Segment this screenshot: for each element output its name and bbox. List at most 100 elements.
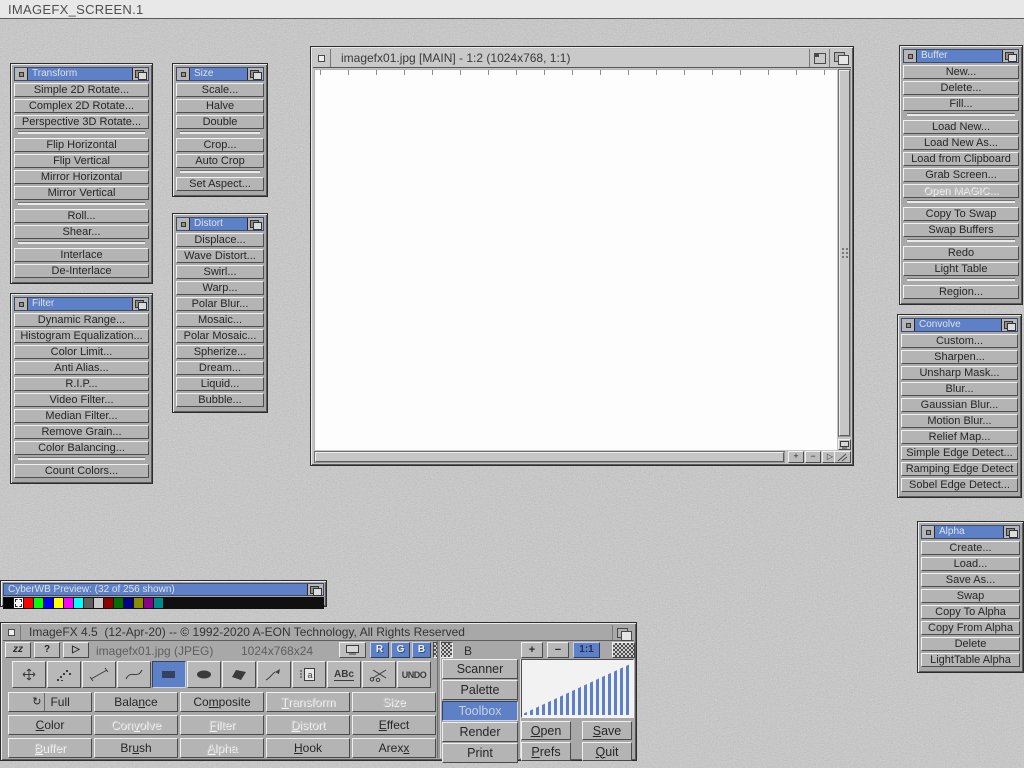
text-tool[interactable]: ABc <box>327 661 361 688</box>
dither-preview-swatch[interactable] <box>433 642 453 658</box>
close-icon[interactable] <box>3 625 21 640</box>
palette-swatch[interactable] <box>224 598 233 608</box>
palette-swatch[interactable] <box>74 598 83 608</box>
close-icon[interactable] <box>15 68 28 80</box>
liquid-button[interactable]: Liquid... <box>176 377 264 391</box>
blur-button[interactable]: Blur... <box>901 382 1018 396</box>
scanner-button[interactable]: Scanner <box>442 659 518 679</box>
depth-icon[interactable] <box>247 68 263 80</box>
load-from-clipboard-button[interactable]: Load from Clipboard <box>903 152 1019 166</box>
motion-blur-button[interactable]: Motion Blur... <box>901 414 1018 428</box>
simple-edge-detect-button[interactable]: Simple Edge Detect... <box>901 446 1018 460</box>
delete-button[interactable]: Delete... <box>903 81 1019 95</box>
clipboard-tool[interactable]: a <box>292 661 326 688</box>
depth-icon[interactable] <box>247 218 263 230</box>
main-titlebar[interactable]: ImageFX 4.5 (12-Apr-20) -- © 1992-2020 A… <box>3 625 634 641</box>
close-icon[interactable] <box>922 526 935 538</box>
load-new-button[interactable]: Load New... <box>903 120 1019 134</box>
warp-button[interactable]: Warp... <box>176 281 264 295</box>
remove-grain-button[interactable]: Remove Grain... <box>14 425 149 439</box>
polygon-tool[interactable] <box>222 661 256 688</box>
crop-button[interactable]: Crop... <box>176 138 264 152</box>
zoom-in-button[interactable]: + <box>521 642 543 658</box>
buffer-titlebar[interactable]: Buffer <box>903 49 1019 63</box>
scissors-tool[interactable] <box>362 661 396 688</box>
freehand-draw-tool[interactable] <box>257 661 291 688</box>
mirror-horizontal-button[interactable]: Mirror Horizontal <box>14 170 149 184</box>
arexx-button[interactable]: Arexx <box>352 738 436 758</box>
swirl-button[interactable]: Swirl... <box>176 265 264 279</box>
depth-icon[interactable] <box>612 625 634 640</box>
double-button[interactable]: Double <box>176 115 264 129</box>
sobel-edge-detect-button[interactable]: Sobel Edge Detect... <box>901 478 1018 492</box>
swap-button[interactable]: Swap <box>921 589 1020 603</box>
zoom-out-button[interactable]: − <box>805 451 821 463</box>
redo-button[interactable]: Redo <box>903 246 1019 260</box>
bubble-button[interactable]: Bubble... <box>176 393 264 407</box>
roll-button[interactable]: Roll... <box>14 209 149 223</box>
palette-swatch-selected[interactable] <box>14 598 23 608</box>
polar-mosaic-button[interactable]: Polar Mosaic... <box>176 329 264 343</box>
screen-mode-icon[interactable] <box>339 642 366 658</box>
palette-swatch[interactable] <box>124 598 133 608</box>
palette-swatch[interactable] <box>214 598 223 608</box>
palette-swatch[interactable] <box>114 598 123 608</box>
line-tool[interactable] <box>82 661 116 688</box>
palette-swatch[interactable] <box>94 598 103 608</box>
image-canvas[interactable] <box>314 69 837 450</box>
screen-titlebar[interactable]: IMAGEFX_SCREEN.1 <box>0 0 1024 19</box>
palette-swatch[interactable] <box>164 598 173 608</box>
curve-tool[interactable] <box>117 661 151 688</box>
zoom-in-button[interactable]: + <box>788 451 804 463</box>
copy-to-alpha-button[interactable]: Copy To Alpha <box>921 605 1020 619</box>
green-channel-toggle[interactable]: G <box>391 642 410 658</box>
airbrush-tool[interactable] <box>47 661 81 688</box>
palette-titlebar[interactable]: CyberWB Preview: (32 of 256 shown) <box>3 583 324 596</box>
box-tool-selected[interactable] <box>152 661 186 688</box>
gaussian-blur-button[interactable]: Gaussian Blur... <box>901 398 1018 412</box>
alpha-titlebar[interactable]: Alpha <box>921 525 1020 539</box>
complex-2d-rotate-button[interactable]: Complex 2D Rotate... <box>14 99 149 113</box>
median-filter-button[interactable]: Median Filter... <box>14 409 149 423</box>
oval-tool[interactable] <box>187 661 221 688</box>
image-window-titlebar[interactable]: imagefx01.jpg [MAIN] - 1:2 (1024x768, 1:… <box>313 49 851 68</box>
depth-icon[interactable] <box>1003 526 1019 538</box>
flip-horizontal-button[interactable]: Flip Horizontal <box>14 138 149 152</box>
color-limit-button[interactable]: Color Limit... <box>14 345 149 359</box>
video-filter-button[interactable]: Video Filter... <box>14 393 149 407</box>
close-icon[interactable] <box>313 49 331 67</box>
depth-icon[interactable] <box>829 49 851 67</box>
palette-swatch[interactable] <box>34 598 43 608</box>
palette-swatch[interactable] <box>64 598 73 608</box>
copy-from-alpha-button[interactable]: Copy From Alpha <box>921 621 1020 635</box>
horizontal-scrollbar-knob[interactable] <box>315 452 784 462</box>
palette-swatch[interactable] <box>284 598 293 608</box>
delete-alpha-button[interactable]: Delete <box>921 637 1020 651</box>
color-button[interactable]: Color <box>8 715 92 735</box>
screen-mode-icon[interactable] <box>838 439 851 450</box>
play-button[interactable]: ▷ <box>63 642 89 658</box>
close-icon[interactable] <box>177 218 190 230</box>
brush-button[interactable]: Brush <box>94 738 178 758</box>
rip-button[interactable]: R.I.P... <box>14 377 149 391</box>
ramping-edge-detect-button[interactable]: Ramping Edge Detect <box>901 462 1018 476</box>
resize-handle[interactable] <box>834 451 851 463</box>
toolbox-button-selected[interactable]: Toolbox <box>442 701 518 721</box>
vertical-scrollbar[interactable] <box>838 69 851 437</box>
palette-swatch[interactable] <box>314 598 323 608</box>
dynamic-range-button[interactable]: Dynamic Range... <box>14 313 149 327</box>
scale-button[interactable]: Scale... <box>176 83 264 97</box>
quit-button[interactable]: Quit <box>582 742 632 761</box>
open-button[interactable]: Open <box>521 721 571 740</box>
create-button[interactable]: Create... <box>921 541 1020 555</box>
convolve-titlebar[interactable]: Convolve <box>901 318 1018 332</box>
distort-titlebar[interactable]: Distort <box>176 217 264 231</box>
unsharp-mask-button[interactable]: Unsharp Mask... <box>901 366 1018 380</box>
full-button[interactable]: ↻Full <box>8 692 92 712</box>
sharpen-button[interactable]: Sharpen... <box>901 350 1018 364</box>
custom-button[interactable]: Custom... <box>901 334 1018 348</box>
palette-swatch[interactable] <box>194 598 203 608</box>
palette-swatch[interactable] <box>4 598 13 608</box>
palette-swatch[interactable] <box>264 598 273 608</box>
save-button[interactable]: Save <box>582 721 632 740</box>
